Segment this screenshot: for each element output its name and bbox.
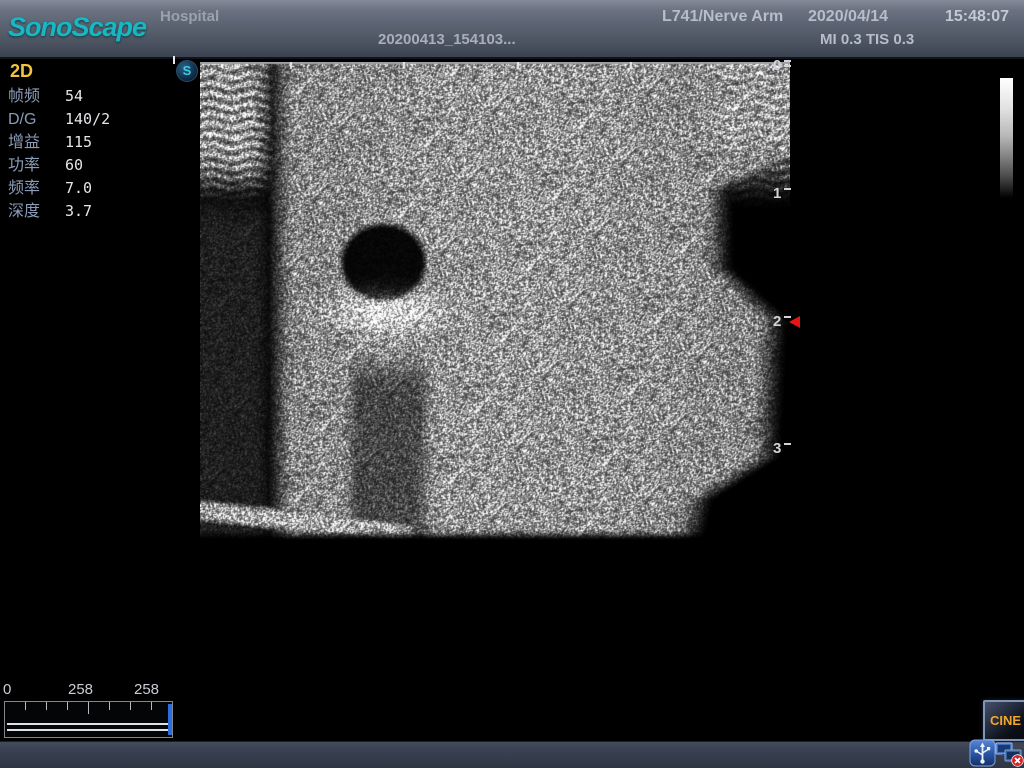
parameter-panel: 帧频54 D/G140/2 增益115 功率60 频率7.0 深度3.7 [8,85,110,223]
ultrasound-image [200,62,790,540]
depth-mark-1: 1 [773,185,791,202]
curve-tick [88,702,89,714]
network-disconnected-icon [995,741,1024,767]
gray-curve-box [4,701,173,738]
orientation-marker-icon: S [176,60,198,82]
focus-marker-icon[interactable] [789,316,800,328]
curve-tick [109,702,110,710]
curve-tick [46,702,47,710]
grayscale-bar [1000,78,1013,198]
mi-tis-label: MI 0.3 TIS 0.3 [820,31,914,48]
curve-value-1: 258 [68,681,93,698]
depth-tick [784,188,791,190]
exam-id-label: 20200413_154103... [378,31,516,48]
curve-value-2: 258 [134,681,159,698]
curve-cursor[interactable] [168,704,172,735]
probe-edge-tick [173,56,175,64]
param-row-power: 功率60 [8,154,110,177]
curve-tick [151,702,152,710]
bottom-status-bar [0,741,1024,768]
depth-tick [784,443,791,445]
curve-value-0: 0 [3,681,11,698]
depth-mark-0: 0 [773,57,791,74]
cine-button[interactable]: CINE [983,700,1024,741]
depth-mark-3: 3 [773,440,791,457]
probe-preset-label: L741/Nerve Arm [662,8,783,26]
depth-tick [784,60,791,62]
param-row-dg: D/G140/2 [8,108,110,131]
sonoscape-logo: SonoScape [8,12,146,43]
date-label: 2020/04/14 [808,8,888,26]
param-row-gain: 增益115 [8,131,110,154]
time-label: 15:48:07 [945,8,1009,26]
ultrasound-screen: SonoScape Hospital L741/Nerve Arm 2020/0… [0,0,1024,768]
param-row-framerate: 帧频54 [8,85,110,108]
usb-icon [969,739,996,767]
curve-tick [25,702,26,710]
curve-line [7,723,169,731]
param-row-depth: 深度3.7 [8,200,110,223]
param-row-frequency: 频率7.0 [8,177,110,200]
curve-tick [130,702,131,710]
hospital-name: Hospital [160,8,219,25]
top-status-bar: SonoScape Hospital L741/Nerve Arm 2020/0… [0,0,1024,59]
curve-tick [67,702,68,710]
mode-label-2d: 2D [10,61,33,82]
